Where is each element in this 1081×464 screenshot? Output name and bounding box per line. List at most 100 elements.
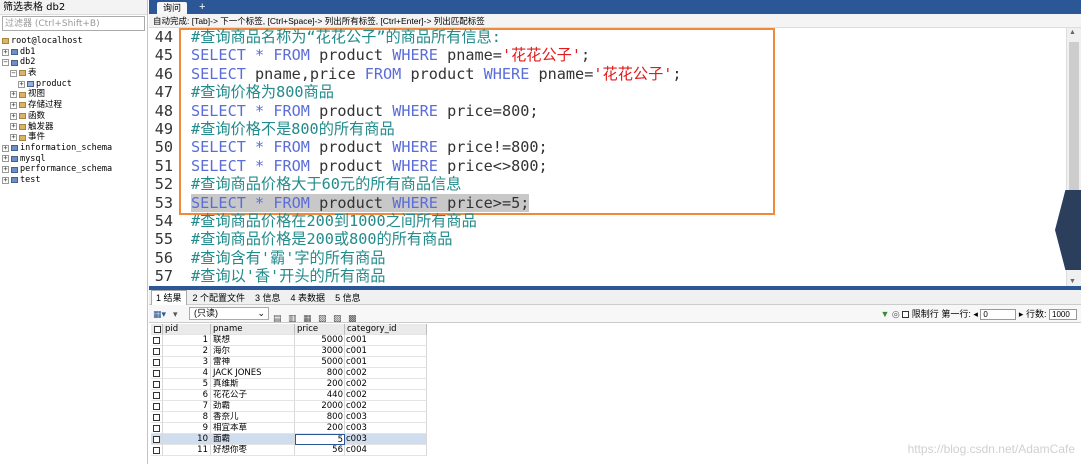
table-cell[interactable]: 800 <box>295 412 345 423</box>
tree-node[interactable]: + performance_schema <box>0 164 147 175</box>
code-line[interactable]: 48 SELECT * FROM product WHERE price=800; <box>149 101 1066 120</box>
header-checkbox-cell[interactable] <box>151 324 163 335</box>
row-checkbox-cell[interactable] <box>151 346 163 357</box>
expand-icon[interactable]: + <box>10 91 17 99</box>
table-cell[interactable]: 3000 <box>295 346 345 357</box>
table-cell[interactable]: 9 <box>163 423 211 434</box>
tree-node[interactable]: root@localhost <box>0 36 147 47</box>
export-icon[interactable]: ▾ <box>173 305 178 323</box>
table-cell[interactable]: 200 <box>295 379 345 390</box>
column-header-price[interactable]: price <box>295 324 345 335</box>
tree-node[interactable]: + mysql <box>0 154 147 165</box>
code-line[interactable]: 57 #查询以'香'开头的所有商品 <box>149 267 1066 286</box>
table-cell[interactable]: 800 <box>295 368 345 379</box>
rows-input[interactable]: 1000 <box>1049 309 1077 321</box>
row-checkbox[interactable] <box>153 369 160 377</box>
result-tab[interactable]: 1 结果 <box>151 290 187 306</box>
tree-node[interactable]: + 事件 <box>0 132 147 143</box>
table-cell[interactable]: 香奈儿 <box>211 412 295 423</box>
table-cell[interactable]: 真维斯 <box>211 379 295 390</box>
table-row[interactable]: 4 JACK JONES 800 c002 <box>151 368 427 379</box>
readonly-select[interactable]: (只读) ⌄ <box>189 307 269 320</box>
tree-node[interactable]: + test <box>0 175 147 186</box>
collapse-icon[interactable]: − <box>10 69 17 77</box>
row-checkbox[interactable] <box>153 413 160 421</box>
table-cell[interactable]: 相宜本草 <box>211 423 295 434</box>
table-cell[interactable]: 440 <box>295 390 345 401</box>
tree-node[interactable]: + 存储过程 <box>0 100 147 111</box>
code-line[interactable]: 54 #查询商品价格在200到1000之间所有商品 <box>149 212 1066 231</box>
table-cell[interactable]: 花花公子 <box>211 390 295 401</box>
tree-node[interactable]: + 函数 <box>0 111 147 122</box>
row-checkbox-cell[interactable] <box>151 335 163 346</box>
table-cell[interactable]: c001 <box>345 346 427 357</box>
table-cell[interactable]: 5000 <box>295 335 345 346</box>
row-checkbox-cell[interactable] <box>151 445 163 456</box>
table-row[interactable]: 6 花花公子 440 c002 <box>151 390 427 401</box>
row-checkbox-cell[interactable] <box>151 434 163 445</box>
table-row[interactable]: 7 劲霸 2000 c002 <box>151 401 427 412</box>
row-checkbox-cell[interactable] <box>151 357 163 368</box>
table-cell[interactable]: 海尔 <box>211 346 295 357</box>
table-row[interactable]: 11 好想你枣 56 c004 <box>151 445 427 456</box>
row-checkbox[interactable] <box>153 402 160 410</box>
code-line[interactable]: 47 #查询价格为800商品 <box>149 83 1066 102</box>
row-checkbox-cell[interactable] <box>151 379 163 390</box>
row-checkbox[interactable] <box>153 446 160 454</box>
table-cell[interactable]: c001 <box>345 335 427 346</box>
code-line[interactable]: 45 SELECT * FROM product WHERE pname='花花公… <box>149 46 1066 65</box>
scroll-up-icon[interactable]: ▲ <box>1069 29 1076 36</box>
table-cell[interactable]: 2 <box>163 346 211 357</box>
table-cell[interactable]: c004 <box>345 445 427 456</box>
expand-icon[interactable]: + <box>10 101 17 109</box>
table-cell[interactable]: 好想你枣 <box>211 445 295 456</box>
scroll-thumb[interactable] <box>1069 42 1079 197</box>
table-row[interactable]: 3 雷神 5000 c001 <box>151 357 427 368</box>
table-cell[interactable]: 劲霸 <box>211 401 295 412</box>
code-line[interactable]: 49 #查询价格不是800的所有商品 <box>149 120 1066 139</box>
table-cell[interactable]: 3 <box>163 357 211 368</box>
code-line[interactable]: 44 #查询商品名称为“花花公子”的商品所有信息: <box>149 28 1066 47</box>
table-cell[interactable]: 8 <box>163 412 211 423</box>
tree-node[interactable]: + 视图 <box>0 89 147 100</box>
row-checkbox[interactable] <box>153 347 160 355</box>
row-checkbox-cell[interactable] <box>151 423 163 434</box>
result-tab[interactable]: 4 表数据 <box>287 291 330 306</box>
prev-icon[interactable]: ◂ <box>973 309 978 319</box>
column-header-category_id[interactable]: category_id <box>345 324 427 335</box>
table-cell[interactable]: c003 <box>345 412 427 423</box>
tree-node[interactable]: + db1 <box>0 47 147 58</box>
filter-icon[interactable]: ▼ <box>880 309 889 319</box>
code-line[interactable]: 55 #查询商品价格是200或800的所有商品 <box>149 230 1066 249</box>
row-checkbox-cell[interactable] <box>151 390 163 401</box>
table-cell[interactable]: c001 <box>345 357 427 368</box>
table-cell[interactable]: 56 <box>295 445 345 456</box>
column-header-pname[interactable]: pname <box>211 324 295 335</box>
code-line[interactable]: 52 #查询商品价格大于60元的所有商品信息 <box>149 175 1066 194</box>
table-cell[interactable]: c002 <box>345 368 427 379</box>
table-cell[interactable]: 联想 <box>211 335 295 346</box>
table-row[interactable]: 2 海尔 3000 c001 <box>151 346 427 357</box>
table-row[interactable]: 10 面霸 5 c003 <box>151 434 427 445</box>
code-line[interactable]: 46 SELECT pname,price FROM product WHERE … <box>149 64 1066 84</box>
table-cell[interactable]: 5 <box>295 434 345 445</box>
expand-icon[interactable]: + <box>18 80 25 88</box>
table-cell[interactable]: 6 <box>163 390 211 401</box>
sql-editor[interactable]: 44 #查询商品名称为“花花公子”的商品所有信息: 45 SELECT * FROM … <box>149 28 1066 286</box>
table-cell[interactable]: 4 <box>163 368 211 379</box>
table-cell[interactable]: 雷神 <box>211 357 295 368</box>
code-line[interactable]: 50 SELECT * FROM product WHERE price!=800… <box>149 138 1066 157</box>
table-cell[interactable]: c002 <box>345 401 427 412</box>
table-cell[interactable]: 10 <box>163 434 211 445</box>
row-checkbox[interactable] <box>153 424 160 432</box>
select-all-checkbox[interactable] <box>154 325 161 333</box>
row-checkbox[interactable] <box>153 391 160 399</box>
table-cell[interactable]: 200 <box>295 423 345 434</box>
row-checkbox[interactable] <box>153 435 160 443</box>
table-row[interactable]: 9 相宜本草 200 c003 <box>151 423 427 434</box>
first-row-input[interactable]: 0 <box>980 309 1017 321</box>
expand-icon[interactable]: + <box>2 166 9 174</box>
row-checkbox-cell[interactable] <box>151 401 163 412</box>
expand-icon[interactable]: + <box>2 144 9 152</box>
refresh-icon[interactable]: ◎ <box>892 309 900 319</box>
